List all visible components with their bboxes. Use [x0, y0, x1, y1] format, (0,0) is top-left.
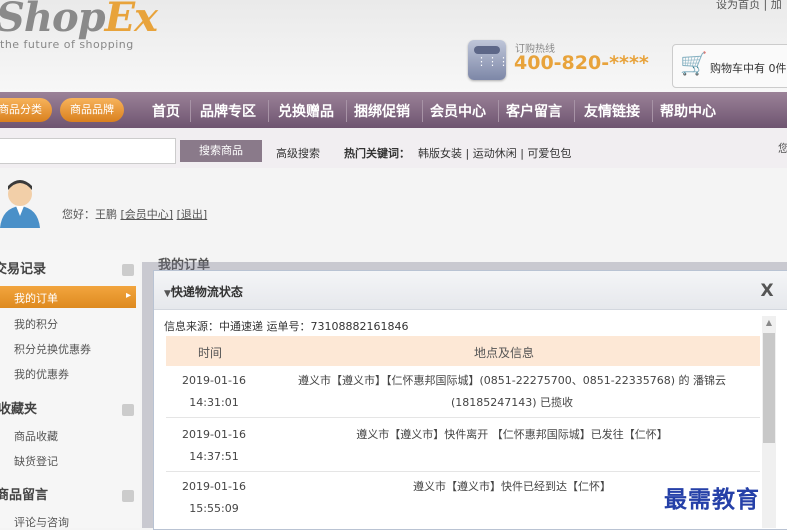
- sidebar-item-points-coupon[interactable]: 积分兑换优惠券: [14, 341, 91, 357]
- shopex-logo[interactable]: ShopEx: [0, 0, 158, 41]
- section-icon: [122, 490, 134, 502]
- section-icon: [122, 264, 134, 276]
- nav-divider: [268, 100, 269, 122]
- nav-divider: [652, 100, 653, 122]
- user-avatar-icon: [0, 176, 46, 228]
- slogan: the future of shopping: [0, 38, 134, 51]
- sidebar-item-my-points[interactable]: 我的积分: [14, 316, 58, 332]
- search-button[interactable]: 搜索商品: [180, 140, 262, 162]
- row-1-time: 2019-01-16 14:31:01: [182, 374, 246, 409]
- shopping-cart-icon[interactable]: 🛒: [680, 52, 707, 77]
- nav-divider: [190, 100, 191, 122]
- phone-icon: [468, 40, 509, 80]
- nav-customer-message[interactable]: 客户留言: [506, 101, 562, 121]
- scroll-up-icon[interactable]: ▲: [762, 316, 776, 330]
- section-title: 交易记录: [0, 262, 47, 277]
- advanced-search-link[interactable]: 高级搜索: [276, 145, 320, 161]
- nav-brand-zone[interactable]: 品牌专区: [200, 101, 256, 121]
- sidebar-item-my-coupons[interactable]: 我的优惠券: [14, 366, 69, 382]
- greeting-text: 您好：王鹏: [62, 208, 117, 221]
- sidebar-section-favorites: 收藏夹: [0, 398, 140, 424]
- column-header-time: 时间: [198, 346, 223, 360]
- logout-link[interactable]: [退出]: [177, 208, 208, 221]
- right-cut-text: 您: [778, 142, 787, 155]
- arrow-icon: ▸: [126, 290, 132, 301]
- row-3-time: 2019-01-16 15:55:09: [182, 480, 246, 515]
- nav-help-center[interactable]: 帮助中心: [660, 101, 716, 121]
- search-input[interactable]: [0, 138, 176, 164]
- nav-member-center[interactable]: 会员中心: [430, 101, 486, 121]
- row-2-info: 遵义市【遵义市】快件离开 【仁怀惠邦国际城】已发往【仁怀】: [356, 428, 668, 441]
- watermark: 最需教育: [664, 480, 760, 514]
- top-links[interactable]: 设为首页 | 加: [716, 0, 782, 12]
- sidebar-item-product-favorites[interactable]: 商品收藏: [14, 428, 58, 444]
- category-pill[interactable]: 商品分类: [0, 98, 52, 122]
- user-greeting: 您好：王鹏 [会员中心] [退出]: [62, 206, 207, 222]
- cart-text[interactable]: 购物车中有 0件: [710, 60, 787, 76]
- nav-divider: [574, 100, 575, 122]
- nav-divider: [346, 100, 347, 122]
- row-1-info: 遵义市【遵义市】【仁怀惠邦国际城】(0851-22275700、0851-223…: [298, 374, 726, 409]
- nav-friend-links[interactable]: 友情链接: [584, 101, 640, 121]
- row-divider: [166, 417, 760, 418]
- sidebar-section-transactions: 交易记录: [0, 258, 140, 284]
- row-divider: [166, 471, 760, 472]
- dialog-title: ▼快递物流状态: [164, 283, 243, 300]
- row-2-time: 2019-01-16 14:37:51: [182, 428, 246, 463]
- nav-home[interactable]: 首页: [152, 101, 180, 121]
- member-center-link[interactable]: [会员中心]: [121, 208, 174, 221]
- nav-gift-exchange[interactable]: 兑换赠品: [278, 101, 334, 121]
- nav-divider: [422, 100, 423, 122]
- hot-keywords[interactable]: 韩版女装 | 运动休闲 | 可爱包包: [418, 145, 571, 161]
- sidebar-item-stockout-register[interactable]: 缺货登记: [14, 453, 58, 469]
- close-button[interactable]: X: [752, 276, 782, 306]
- dialog-title-text: 快递物流状态: [170, 285, 243, 299]
- sidebar-section-product-messages: 商品留言: [0, 484, 140, 510]
- sidebar-item-my-orders[interactable]: 我的订单: [14, 290, 58, 306]
- section-icon: [122, 404, 134, 416]
- scroll-thumb[interactable]: [763, 333, 775, 443]
- brand-pill[interactable]: 商品品牌: [60, 98, 124, 122]
- section-title: 收藏夹: [0, 402, 38, 417]
- nav-bundle-promo[interactable]: 捆绑促销: [354, 101, 410, 121]
- nav-divider: [498, 100, 499, 122]
- triangle-down-icon: ▼: [164, 289, 171, 299]
- tracking-info: 信息来源：中通速递 运单号：73108882161846: [164, 320, 409, 333]
- hotline-number: 400-820-****: [514, 52, 649, 74]
- column-header-info: 地点及信息: [474, 346, 535, 360]
- hot-keywords-label: 热门关键词：: [344, 147, 410, 160]
- table-header: [166, 336, 760, 366]
- section-title: 商品留言: [0, 488, 49, 503]
- dialog-header: [154, 271, 787, 310]
